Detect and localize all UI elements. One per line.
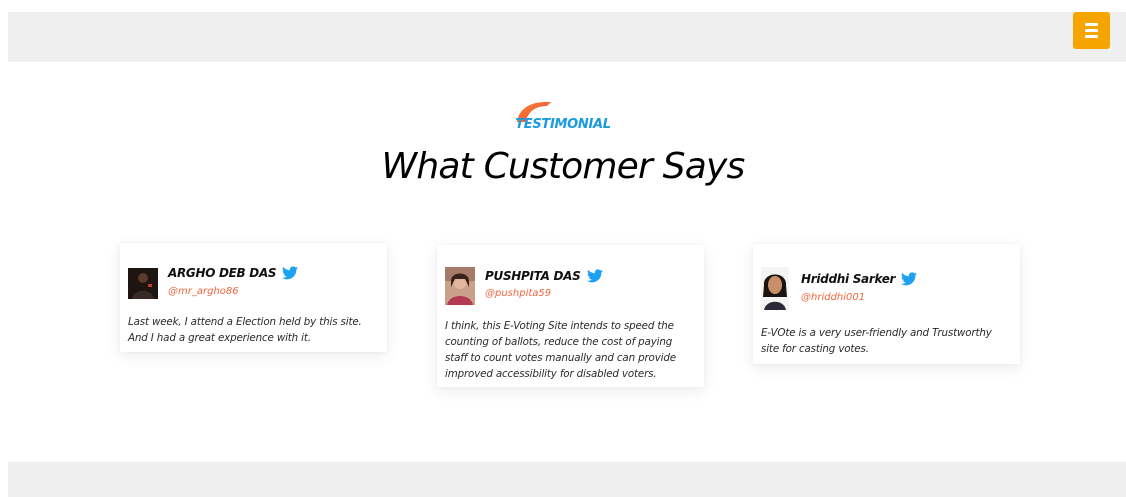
menu-toggle-button[interactable] bbox=[1073, 12, 1110, 49]
testimonial-quote: I think, this E-Voting Site intends to s… bbox=[445, 320, 676, 380]
twitter-icon[interactable] bbox=[282, 266, 299, 280]
hamburger-menu-icon-line bbox=[1085, 35, 1098, 38]
top-navbar bbox=[8, 12, 1126, 62]
testimonial-quote: Last week, I attend a Election held by t… bbox=[128, 316, 362, 344]
twitter-icon[interactable] bbox=[586, 269, 603, 283]
testimonial-quote: E-VOte is a very user-friendly and Trust… bbox=[761, 327, 992, 355]
author-row: ARGHO DEB DAS bbox=[168, 266, 299, 280]
footer-bar bbox=[8, 462, 1126, 497]
page: TESTIMONIAL What Customer Says ARGHO DEB… bbox=[0, 0, 1126, 497]
hamburger-menu-icon-line bbox=[1085, 29, 1098, 32]
testimonial-badge: TESTIMONIAL bbox=[513, 98, 613, 134]
avatar bbox=[445, 267, 475, 305]
badge-label: TESTIMONIAL bbox=[515, 117, 611, 132]
author-handle[interactable]: @hriddhi001 bbox=[801, 292, 865, 303]
avatar bbox=[761, 267, 789, 310]
author-name: ARGHO DEB DAS bbox=[168, 266, 277, 280]
author-row: PUSHPITA DAS bbox=[485, 269, 603, 283]
testimonial-heading: TESTIMONIAL What Customer Says bbox=[0, 98, 1126, 187]
testimonial-card: PUSHPITA DAS @pushpita59 I think, this E… bbox=[437, 245, 704, 387]
avatar bbox=[128, 268, 158, 299]
page-title: What Customer Says bbox=[381, 146, 746, 187]
author-name: Hriddhi Sarker bbox=[801, 272, 896, 286]
author-handle[interactable]: @pushpita59 bbox=[485, 288, 551, 299]
author-row: Hriddhi Sarker bbox=[801, 272, 918, 286]
hamburger-menu-icon bbox=[1085, 23, 1098, 26]
testimonial-card: Hriddhi Sarker @hriddhi001 E-VOte is a v… bbox=[753, 244, 1020, 364]
testimonial-card: ARGHO DEB DAS @mr_argho86 Last week, I a… bbox=[120, 243, 387, 352]
author-name: PUSHPITA DAS bbox=[485, 269, 581, 283]
twitter-icon[interactable] bbox=[901, 272, 918, 286]
author-handle[interactable]: @mr_argho86 bbox=[168, 286, 239, 297]
